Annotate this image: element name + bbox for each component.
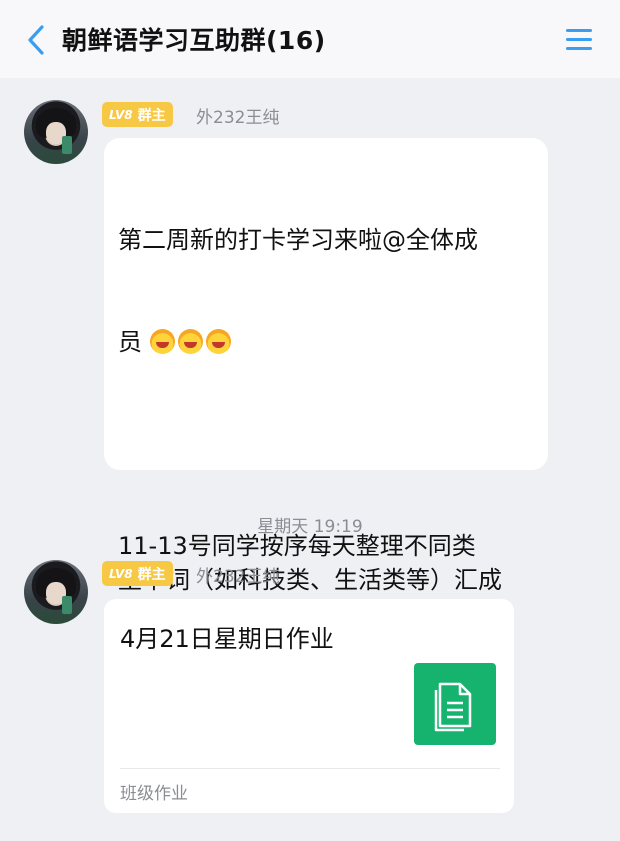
sender-name[interactable]: 外232王纯 <box>196 562 279 587</box>
laughing-emoji-icon <box>177 329 203 354</box>
level-label: LV8 <box>109 107 133 122</box>
document-glyph <box>434 682 472 732</box>
level-badge: LV8 群主 <box>102 102 173 127</box>
timestamp: 星期天 19:19 <box>257 517 363 537</box>
back-button[interactable] <box>22 22 50 58</box>
chat-header: 朝鲜语学习互助群(16) <box>0 0 620 78</box>
laughing-emoji-icon <box>205 329 231 354</box>
level-badge: LV8 群主 <box>102 561 173 586</box>
message-bubble[interactable]: 第二周新的打卡学习来啦@全体成 员 11-13号同学按序每天整理不同类 型单词（… <box>104 138 548 730</box>
avatar[interactable] <box>24 100 88 164</box>
menu-icon <box>566 29 592 32</box>
level-label: LV8 <box>109 566 133 581</box>
card-title: 4月21日星期日作业 <box>120 625 334 653</box>
avatar[interactable] <box>24 560 88 624</box>
card-footer: 班级作业 <box>120 784 188 804</box>
role-label: 群主 <box>137 566 166 583</box>
sender-name[interactable]: 外232王纯 <box>196 103 279 128</box>
chat-title: 朝鲜语学习互助群(16) <box>62 26 326 55</box>
menu-button[interactable] <box>564 26 594 54</box>
document-icon[interactable] <box>414 663 496 745</box>
role-label: 群主 <box>137 107 166 124</box>
message-text-line2: 员 <box>118 325 538 359</box>
homework-card[interactable]: 4月21日星期日作业 班级作业 <box>104 599 514 813</box>
message-text-line1: 第二周新的打卡学习来啦@全体成 <box>118 226 478 254</box>
card-divider <box>120 768 500 769</box>
chevron-left-icon <box>28 25 44 55</box>
laughing-emoji-icon <box>149 329 175 354</box>
